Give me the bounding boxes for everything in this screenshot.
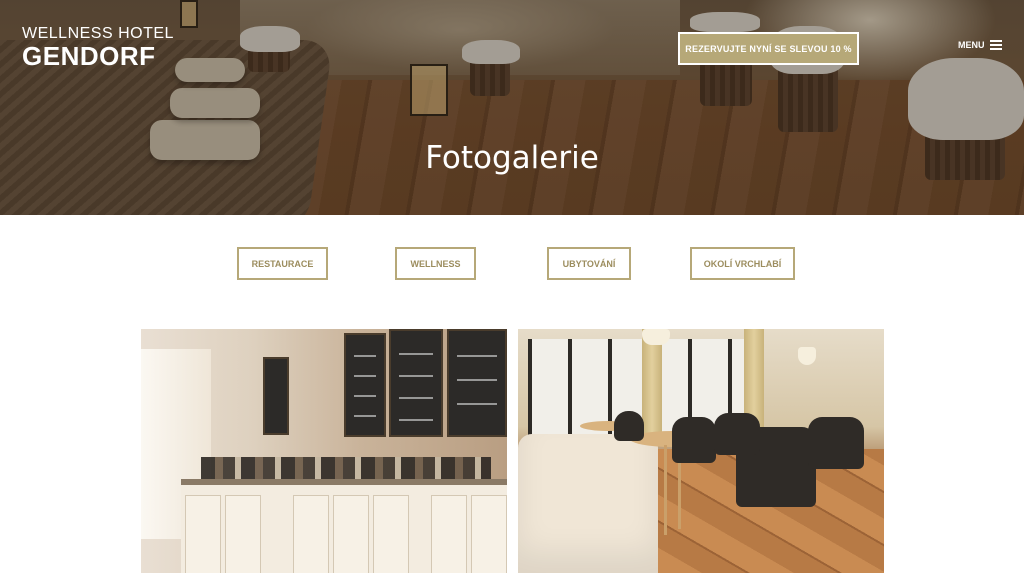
menu-label: MENU <box>958 40 985 50</box>
filter-okoli-vrchlabi[interactable]: OKOLÍ VRCHLABÍ <box>690 247 795 280</box>
menu-button[interactable]: MENU <box>958 40 1002 50</box>
photo-lamp <box>642 329 670 345</box>
gallery-photo-lounge[interactable] <box>518 329 884 573</box>
filter-restaurace[interactable]: RESTAURACE <box>237 247 328 280</box>
photo-lamp <box>798 347 816 365</box>
photo-sofa <box>518 434 658 573</box>
photo-chalkboard <box>344 333 386 437</box>
photo-chalkboard <box>389 329 443 437</box>
gallery-photo-restaurant[interactable] <box>141 329 507 573</box>
hero-banner: WELLNESS HOTEL GENDORF REZERVUJTE NYNÍ S… <box>0 0 1024 215</box>
photo-chair <box>808 417 864 469</box>
photo-buffet-counter <box>181 479 507 573</box>
reserve-button[interactable]: REZERVUJTE NYNÍ SE SLEVOU 10 % <box>678 32 859 65</box>
photo-curtain <box>642 329 662 439</box>
photo-table-leg <box>664 445 667 535</box>
photo-chair <box>714 413 760 455</box>
hamburger-icon <box>989 40 1002 50</box>
photo-chalkboard <box>263 357 289 435</box>
photo-chair <box>614 411 644 441</box>
photo-chalkboard <box>447 329 507 437</box>
page-title: Fotogalerie <box>425 140 599 176</box>
hotel-logo[interactable]: WELLNESS HOTEL GENDORF <box>22 25 174 71</box>
logo-line1: WELLNESS HOTEL <box>22 25 174 42</box>
logo-line2: GENDORF <box>22 41 156 71</box>
filter-wellness[interactable]: WELLNESS <box>395 247 476 280</box>
filter-ubytovani[interactable]: UBYTOVÁNÍ <box>547 247 631 280</box>
photo-buffet-items <box>201 457 491 481</box>
photo-chair <box>672 417 716 463</box>
